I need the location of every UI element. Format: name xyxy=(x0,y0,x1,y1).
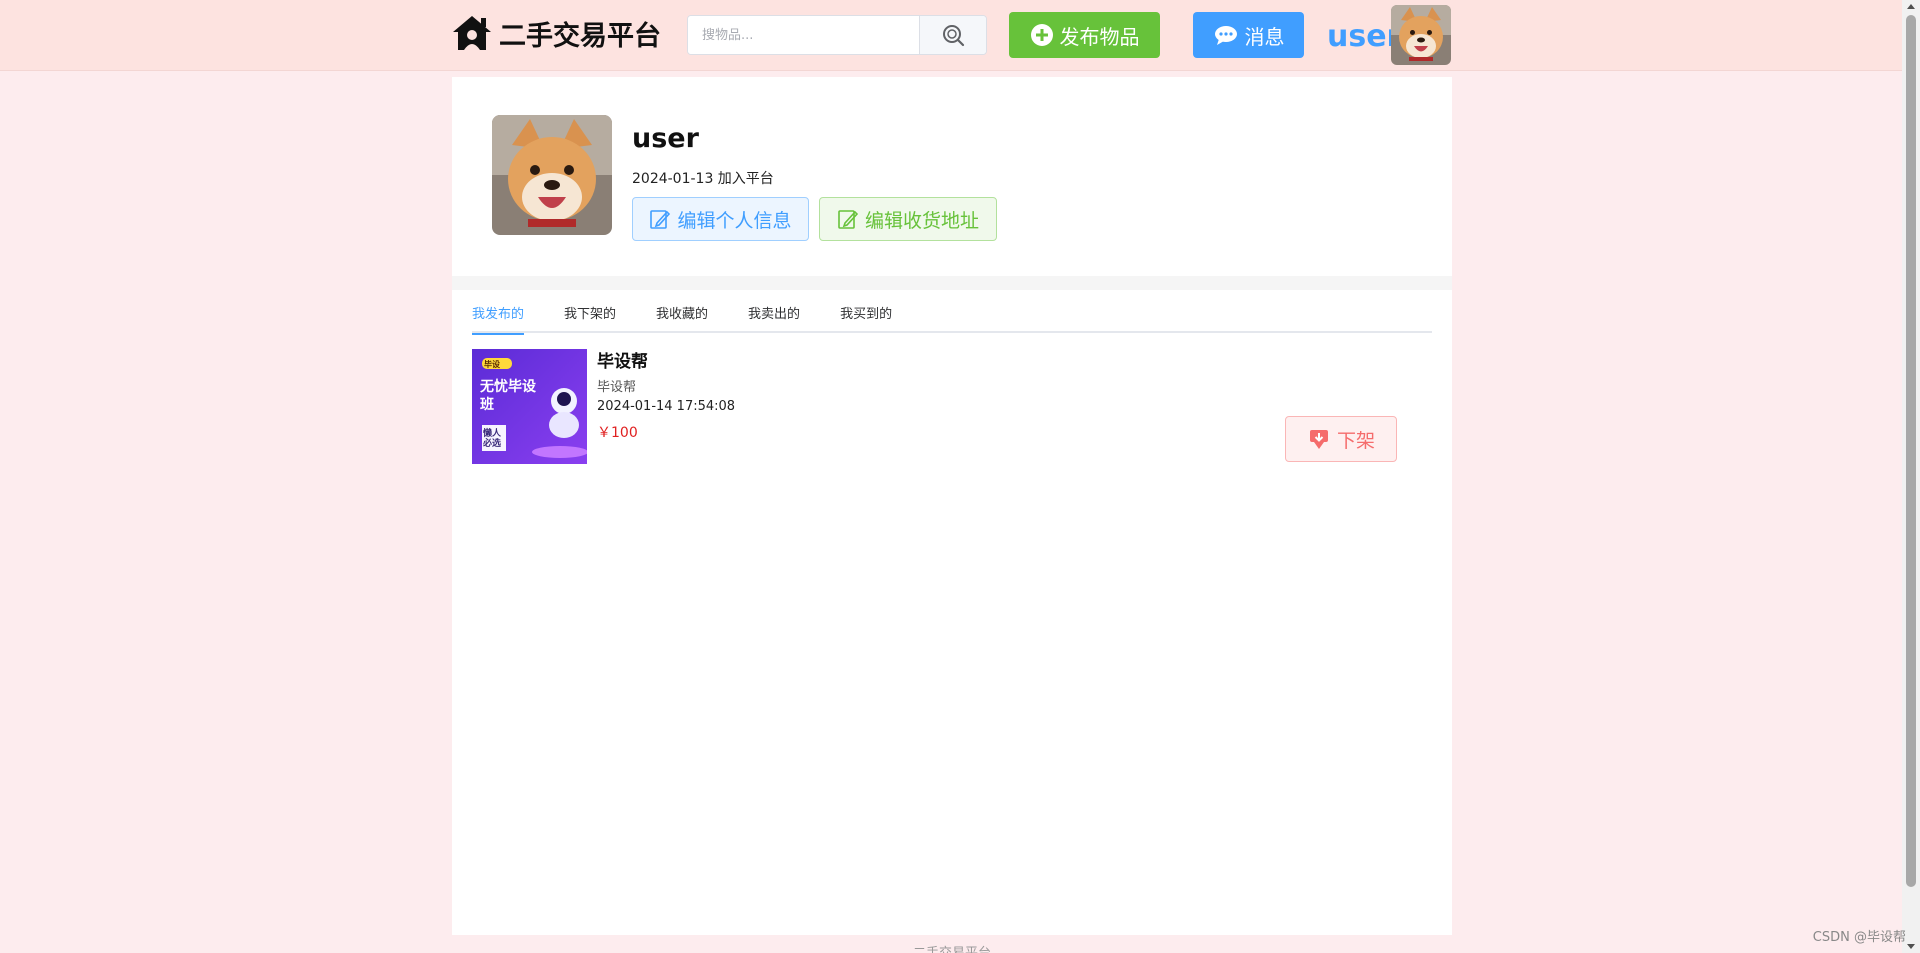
messages-button[interactable]: 消息 xyxy=(1193,12,1304,58)
search-button[interactable] xyxy=(919,16,986,54)
item-description: 毕设帮 xyxy=(597,380,637,395)
edit-profile-label: 编辑个人信息 xyxy=(677,209,792,232)
download-arrow-icon xyxy=(1309,430,1328,449)
search-input[interactable] xyxy=(688,16,919,54)
item-price: ￥100 xyxy=(597,425,638,441)
messages-label: 消息 xyxy=(1244,24,1285,49)
tab-bar: 我发布的 我下架的 我收藏的 我卖出的 我买到的 xyxy=(472,290,1432,335)
delist-button[interactable]: 下架 xyxy=(1285,416,1397,462)
tab-delisted[interactable]: 我下架的 xyxy=(564,290,616,333)
section-divider xyxy=(452,276,1452,290)
tab-sold[interactable]: 我卖出的 xyxy=(748,290,800,333)
edit-icon xyxy=(650,210,671,229)
scroll-up-arrow-icon[interactable] xyxy=(1907,4,1915,9)
house-icon xyxy=(453,16,491,50)
item-thumbnail-badge: 毕设 xyxy=(484,360,500,369)
header-avatar[interactable] xyxy=(1391,5,1451,65)
item-timestamp: 2024-01-14 17:54:08 xyxy=(597,399,736,414)
profile-avatar[interactable] xyxy=(492,115,612,235)
tab-published[interactable]: 我发布的 xyxy=(472,290,525,335)
top-header: 二手交易平台 发布物品 消息 user xyxy=(0,0,1902,71)
publish-item-button[interactable]: 发布物品 xyxy=(1009,12,1160,58)
item-thumbnail[interactable]: 毕设 无忧毕设班 懒人必选 xyxy=(472,349,587,464)
edit-address-button[interactable]: 编辑收货地址 xyxy=(819,197,997,241)
dog-avatar-image xyxy=(1391,5,1451,65)
join-date: 2024-01-13 加入平台 xyxy=(632,171,774,187)
footer-text: 二手交易平台 xyxy=(452,942,1452,953)
item-thumbnail-title: 无忧毕设班 xyxy=(480,379,536,413)
plus-circle-icon xyxy=(1030,24,1053,46)
search-icon xyxy=(943,25,965,47)
vertical-scrollbar[interactable] xyxy=(1902,0,1920,953)
dog-avatar-image xyxy=(492,115,612,235)
edit-icon xyxy=(838,210,859,229)
chat-icon xyxy=(1214,26,1237,45)
logo-text: 二手交易平台 xyxy=(499,20,661,52)
delist-label: 下架 xyxy=(1336,429,1375,452)
edit-address-label: 编辑收货地址 xyxy=(864,209,979,232)
item-thumbnail-subtitle: 懒人必选 xyxy=(483,429,502,449)
scrollbar-thumb[interactable] xyxy=(1906,15,1916,887)
watermark: CSDN @毕设帮 xyxy=(1812,930,1906,945)
tab-favorites[interactable]: 我收藏的 xyxy=(656,290,708,333)
profile-section: user 2024-01-13 加入平台 编辑个人信息 编辑收货地址 xyxy=(452,77,1452,276)
tab-bought[interactable]: 我买到的 xyxy=(840,290,892,333)
publish-label: 发布物品 xyxy=(1059,24,1140,49)
item-title[interactable]: 毕设帮 xyxy=(597,347,648,372)
site-logo[interactable]: 二手交易平台 xyxy=(451,10,661,56)
profile-username: user xyxy=(632,123,699,154)
main-card: user 2024-01-13 加入平台 编辑个人信息 编辑收货地址 我发布的 … xyxy=(452,77,1452,935)
scroll-down-arrow-icon[interactable] xyxy=(1907,944,1915,949)
edit-profile-button[interactable]: 编辑个人信息 xyxy=(632,197,809,241)
search-bar xyxy=(687,15,987,55)
